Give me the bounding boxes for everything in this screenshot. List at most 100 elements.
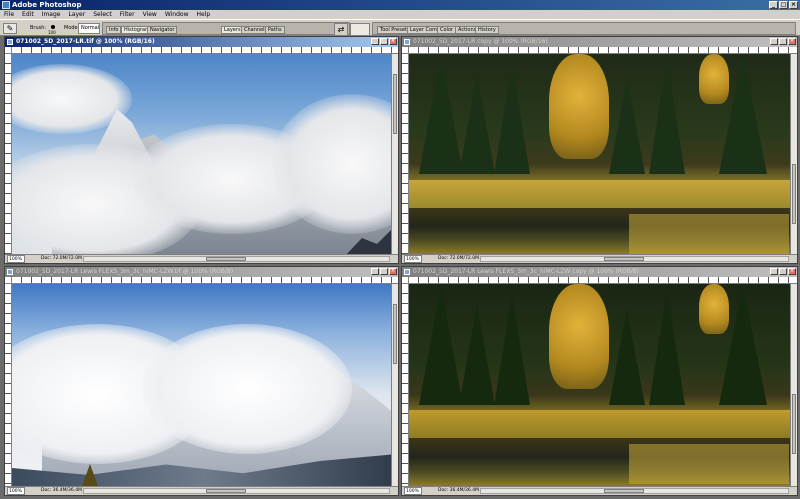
pine-tree [494,295,530,406]
palette-well-left: Info Histogram Navigator Layers Channels… [102,22,350,35]
horizontal-scrollbar[interactable] [480,488,789,494]
doc-maximize-button[interactable]: □ [779,38,787,45]
document-title: 071002_5D_2017-LR.tif @ 100% (RGB/16) [16,38,155,45]
options-bar: ✎ Brush: 100 Mode: Normal Info Histogram… [0,19,800,36]
status-bar: 100% Doc: 72.0M/72.0M [402,254,797,263]
mode-select[interactable]: Normal [78,23,100,34]
minimize-button[interactable]: _ [769,1,778,9]
meadow-grass [409,180,790,208]
zoom-field[interactable]: 100% [7,255,25,263]
menu-bar: File Edit Image Layer Select Filter View… [0,10,800,19]
doc-maximize-button[interactable]: □ [779,268,787,275]
document-title: 071002_5D_2017-LR Lewis FLEXS_3m_3c_hiMC… [16,268,234,275]
document-title-bar[interactable]: 071002_5D_2017-LR.tif @ 100% (RGB/16) _ … [5,37,398,47]
vertical-scrollbar[interactable] [790,54,797,254]
vertical-ruler[interactable] [5,54,12,254]
document-window[interactable]: 071002_5D_2017-LR.tif @ 100% (RGB/16) _ … [4,36,399,264]
doc-minimize-button[interactable]: _ [371,38,379,45]
doc-size[interactable]: Doc: 72.0M/72.0M [27,255,82,263]
doc-close-button[interactable]: × [389,38,397,45]
pine-tree [719,54,767,174]
doc-maximize-button[interactable]: □ [380,268,388,275]
photoshop-doc-icon [404,39,410,45]
vertical-ruler[interactable] [402,54,409,254]
doc-minimize-button[interactable]: _ [770,268,778,275]
document-controls: _ □ × [770,38,796,45]
app-title: Adobe Photoshop [12,1,82,9]
doc-close-button[interactable]: × [788,38,796,45]
document-window[interactable]: 071002_5D_2017-LR Lewis FLEXS_3m_3c_hiMC… [401,266,798,496]
menu-help[interactable]: Help [197,10,211,19]
brush-icon[interactable]: ✎ [3,23,17,34]
vertical-ruler[interactable] [5,284,12,486]
aspen-tree [549,284,609,389]
menu-select[interactable]: Select [93,10,112,19]
photoshop-doc-icon [7,39,13,45]
document-window[interactable]: 071002_5D_2017-LR Lewis FLEXS_3m_3c_hiMC… [4,266,399,496]
aspen-tree [549,54,609,159]
ruler-corner[interactable] [5,47,12,54]
tab-history[interactable]: History [475,26,499,34]
horizontal-ruler[interactable] [12,277,398,284]
tab-paths[interactable]: Paths [265,26,285,34]
image-canvas[interactable] [409,284,790,486]
pine-tree [649,290,685,406]
menu-edit[interactable]: Edit [22,10,34,19]
meadow-grass [409,410,790,438]
water-reflection [629,214,789,254]
document-title-bar[interactable]: 071002_5D_2017-LR copy @ 100% (RGB/16) _… [402,37,797,47]
horizontal-ruler[interactable] [12,47,398,54]
doc-minimize-button[interactable]: _ [371,268,379,275]
doc-size[interactable]: Doc: 36.4M/36.4M [424,487,479,495]
pine-tree [459,74,495,174]
zoom-field[interactable]: 100% [404,255,422,263]
menu-layer[interactable]: Layer [68,10,85,19]
doc-maximize-button[interactable]: □ [380,38,388,45]
vertical-ruler[interactable] [402,284,409,486]
brush-size: 100 [48,30,56,35]
doc-close-button[interactable]: × [788,268,796,275]
horizontal-ruler[interactable] [409,47,797,54]
horizontal-scrollbar[interactable] [480,256,789,262]
image-canvas[interactable] [12,54,391,254]
vertical-scrollbar[interactable] [790,284,797,486]
tab-color[interactable]: Color [437,26,457,34]
document-controls: _ □ × [371,38,397,45]
horizontal-scrollbar[interactable] [83,488,390,494]
zoom-field[interactable]: 100% [404,487,422,495]
document-controls: _ □ × [770,268,796,275]
doc-minimize-button[interactable]: _ [770,38,778,45]
doc-size[interactable]: Doc: 72.0M/72.0M [424,255,479,263]
tab-navigator[interactable]: Navigator [147,26,178,34]
zoom-field[interactable]: 100% [7,487,25,495]
ruler-corner[interactable] [402,277,409,284]
doc-size[interactable]: Doc: 36.4M/36.4M [27,487,82,495]
document-window[interactable]: 071002_5D_2017-LR copy @ 100% (RGB/16) _… [401,36,798,264]
image-canvas[interactable] [409,54,790,254]
water-reflection [629,444,789,484]
horizontal-scrollbar[interactable] [83,256,390,262]
palette-toggle-button[interactable] [350,23,370,36]
swap-icon[interactable]: ⇄ [334,23,348,36]
image-canvas[interactable] [12,284,391,486]
vertical-scrollbar[interactable] [391,284,398,486]
vertical-scrollbar[interactable] [391,54,398,254]
tab-info[interactable]: Info [106,26,122,34]
close-button[interactable]: × [789,1,798,9]
document-title-bar[interactable]: 071002_5D_2017-LR Lewis FLEXS_3m_3c_hiMC… [5,267,398,277]
horizontal-ruler[interactable] [409,277,797,284]
brush-label: Brush: [30,25,47,31]
brush-preview-icon[interactable] [51,25,55,29]
ruler-corner[interactable] [5,277,12,284]
menu-filter[interactable]: Filter [120,10,135,19]
maximize-button[interactable]: □ [779,1,788,9]
menu-window[interactable]: Window [165,10,189,19]
status-bar: 100% Doc: 36.4M/36.4M [5,486,398,495]
document-title-bar[interactable]: 071002_5D_2017-LR Lewis FLEXS_3m_3c_hiMC… [402,267,797,277]
menu-file[interactable]: File [4,10,14,19]
menu-image[interactable]: Image [42,10,61,19]
pine-tree [494,64,530,174]
ruler-corner[interactable] [402,47,409,54]
menu-view[interactable]: View [143,10,157,19]
doc-close-button[interactable]: × [389,268,397,275]
